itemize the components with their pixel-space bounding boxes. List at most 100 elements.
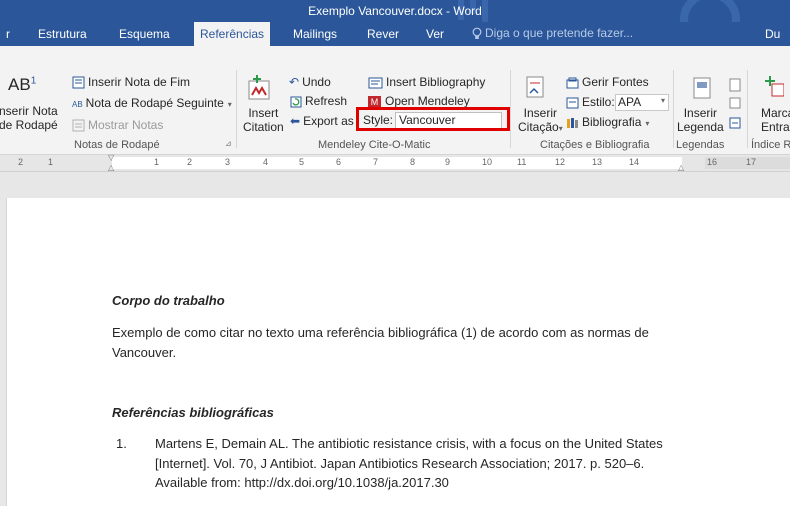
bibliography-label: Bibliografia [582, 115, 642, 129]
reference-line1: Martens E, Demain AL. The antibiotic res… [155, 436, 663, 451]
books-icon [567, 117, 578, 128]
hanging-indent-marker[interactable]: △ [108, 163, 114, 172]
endnote-icon [72, 76, 85, 89]
insert-bibliography-button[interactable]: Insert Bibliography [368, 75, 485, 89]
tab-esquema[interactable]: Esquema [119, 27, 170, 41]
cross-reference-icon[interactable] [729, 117, 741, 132]
bibliography-button[interactable]: Bibliografia ▾ [566, 115, 649, 129]
undo-icon: ↶ [289, 75, 300, 89]
ruler-tick: 17 [746, 157, 757, 167]
update-table-icon[interactable] [729, 97, 741, 112]
body-paragraph-line1: Exemplo de como citar no texto uma refer… [112, 325, 649, 340]
citation-style-row: Estilo: [566, 95, 615, 109]
reference-line2: [Internet]. Vol. 70, J Antibiot. Japan A… [155, 456, 645, 471]
body-paragraph-line2: Vancouver. [112, 345, 177, 360]
ruler-tick: 7 [373, 157, 379, 167]
mendeley-group-label: Mendeley Cite-O-Matic [318, 139, 431, 151]
title-bar: Exemplo Vancouver.docx - Word [0, 0, 790, 48]
refresh-button[interactable]: Refresh [290, 94, 347, 108]
insert-caption-button[interactable]: Inserir Legenda [677, 106, 724, 134]
ruler-tick: 6 [336, 157, 342, 167]
tab-estrutura[interactable]: Estrutura [38, 27, 87, 41]
insert-endnote-label: Inserir Nota de Fim [88, 75, 191, 89]
mark-entry-icon [764, 74, 785, 101]
insert-endnote-button[interactable]: Inserir Nota de Fim [72, 75, 190, 89]
tell-me-placeholder: Diga o que pretende fazer... [485, 26, 634, 40]
undo-button[interactable]: ↶ Undo [289, 75, 331, 89]
chevron-down-icon: ▾ [558, 124, 563, 133]
reference-line3: Available from: http://dx.doi.org/10.103… [155, 475, 449, 490]
insert-caption-icon [692, 76, 712, 103]
style-highlight-box [356, 107, 510, 131]
manage-sources-label: Gerir Fontes [582, 75, 649, 89]
tell-me-search[interactable]: Diga o que pretende fazer... [472, 26, 633, 40]
citations-group-label: Citações e Bibliografia [540, 139, 650, 151]
group-divider [236, 70, 237, 148]
insert-footnote-button[interactable]: nserir Nota de Rodapé [0, 104, 58, 132]
ruler-tick: 5 [299, 157, 305, 167]
tab-partial-right[interactable]: Du [765, 27, 780, 41]
insert-citation-pt-button[interactable]: Inserir Citação▾ [518, 106, 563, 134]
show-notes-icon [72, 119, 85, 132]
tab-rever[interactable]: Rever [367, 27, 399, 41]
open-mendeley-label: Open Mendeley [385, 94, 470, 108]
first-line-indent-marker[interactable]: ▽ [108, 153, 114, 162]
tab-partial[interactable]: r [6, 27, 10, 41]
refresh-label: Refresh [305, 94, 348, 108]
footnotes-group-label: Notas de Rodapé [74, 139, 160, 151]
reference-number: 1. [116, 436, 127, 451]
ruler-tick: 13 [592, 157, 603, 167]
ruler-tick: 4 [263, 157, 269, 167]
citation-style-value: APA [618, 95, 642, 109]
index-group-label: Índice R [751, 139, 790, 151]
undo-label: Undo [302, 75, 331, 89]
open-mendeley-button[interactable]: M Open Mendeley [368, 94, 470, 108]
insert-citation-pt-icon [524, 75, 548, 104]
export-as-button[interactable]: ⬅ Export as [290, 114, 354, 128]
next-footnote-button[interactable]: AB Nota de Rodapé Seguinte ▾ [72, 96, 232, 110]
ribbon-tabs: r Estrutura Esquema Referências Mailings… [0, 22, 790, 46]
export-icon: ⬅ [290, 114, 301, 128]
ruler-tick: 11 [517, 157, 527, 167]
insert-citation-icon [247, 73, 273, 104]
chevron-down-icon: ▾ [227, 100, 232, 109]
tab-referencias[interactable]: Referências [194, 22, 271, 46]
insert-footnote-icon: AB1 [8, 75, 37, 94]
insert-bibliography-label: Insert Bibliography [386, 75, 486, 89]
horizontal-ruler[interactable]: 2 1 1 2 3 4 5 6 7 8 9 10 11 12 13 14 16 … [0, 153, 790, 172]
ruler-tick: 1 [48, 157, 54, 167]
bibliography-icon [368, 77, 383, 89]
heading-corpo: Corpo do trabalho [112, 293, 225, 308]
right-indent-marker[interactable]: △ [678, 163, 684, 172]
group-divider [510, 70, 511, 148]
captions-group-label: Legendas [676, 139, 725, 151]
mark-entry-button[interactable]: Marca Entrad [761, 106, 790, 134]
ruler-tick: 1 [154, 157, 160, 167]
group-divider [747, 70, 748, 148]
chevron-down-icon: ▾ [645, 119, 650, 128]
group-divider [673, 70, 674, 148]
citation-style-select[interactable]: APA ▾ [615, 94, 669, 111]
citation-style-label: Estilo: [582, 95, 615, 109]
next-footnote-icon: AB [72, 100, 83, 109]
next-footnote-label: Nota de Rodapé Seguinte [85, 96, 224, 110]
dialog-launcher-icon[interactable]: ⊿ [225, 139, 232, 148]
tab-mailings[interactable]: Mailings [293, 27, 337, 41]
window-title: Exemplo Vancouver.docx - Word [308, 4, 482, 18]
ruler-tick: 9 [445, 157, 451, 167]
style-icon [566, 97, 579, 109]
ruler-tick: 2 [18, 157, 24, 167]
ruler-tick: 16 [707, 157, 718, 167]
ruler-tick: 14 [629, 157, 640, 167]
ruler-tick: 3 [225, 157, 231, 167]
manage-sources-button[interactable]: Gerir Fontes [566, 75, 649, 89]
manage-sources-icon [566, 77, 579, 89]
lightbulb-icon [472, 27, 482, 40]
export-as-label: Export as [303, 114, 354, 128]
table-of-figures-icon[interactable] [729, 78, 741, 95]
show-notes-label: Mostrar Notas [88, 118, 164, 132]
ruler-tick: 2 [187, 157, 193, 167]
show-notes-button[interactable]: Mostrar Notas [72, 118, 163, 132]
insert-citation-button[interactable]: Insert Citation [243, 106, 284, 134]
tab-ver[interactable]: Ver [426, 27, 444, 41]
